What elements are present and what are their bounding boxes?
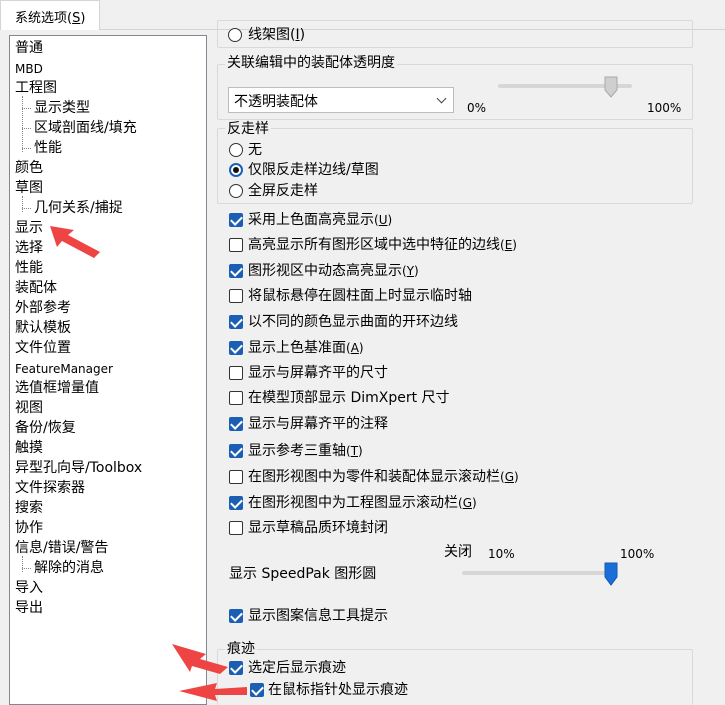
label-draft-ambient-occlusion: 显示草稿品质环境封闭 — [248, 520, 388, 536]
tree-item-import[interactable]: 导入 — [15, 579, 43, 597]
tree-item-mbd[interactable]: MBD — [15, 60, 43, 78]
checkbox-dynamic-highlight[interactable] — [229, 264, 243, 278]
speedpak-slider-track[interactable] — [462, 571, 614, 575]
tree-item-general[interactable]: 普通 — [15, 39, 43, 57]
speedpak-min-label: 10% — [488, 547, 515, 561]
checkbox-show-trace-at-pointer[interactable] — [250, 683, 264, 697]
speedpak-off-label: 关闭 — [444, 544, 472, 560]
tab-mnemonic: S — [72, 11, 81, 26]
label-scrollbars-parts-assemblies: 在图形视图中为零件和装配体显示滚动栏(G) — [248, 469, 519, 485]
tree-item-external-references[interactable]: 外部参考 — [15, 299, 71, 317]
checkbox-reference-triad[interactable] — [229, 444, 243, 458]
tree-item-drawings[interactable]: 工程图 — [15, 79, 57, 97]
label-antialias-none: 无 — [248, 142, 262, 158]
checkbox-shaded-face-highlight[interactable] — [229, 213, 243, 227]
checkbox-flat-dimensions[interactable] — [229, 366, 243, 380]
tree-item-search[interactable]: 搜索 — [15, 499, 43, 517]
tree-item-colors[interactable]: 颜色 — [15, 159, 43, 177]
tree-item-spin-box-increments[interactable]: 选值框增量值 — [15, 379, 99, 397]
transparency-title: 关联编辑中的装配体透明度 — [225, 54, 397, 72]
tree-item-default-templates[interactable]: 默认模板 — [15, 319, 71, 337]
label-open-edges-color: 以不同的颜色显示曲面的开环边线 — [248, 314, 458, 330]
tree-item-featuremanager[interactable]: FeatureManager — [15, 360, 113, 378]
annotation-arrow-icon — [179, 683, 247, 701]
label-dynamic-highlight: 图形视区中动态高亮显示(Y) — [248, 263, 419, 279]
transparency-min-label: 0% — [467, 101, 487, 115]
options-tree[interactable]: 普通 MBD 工程图 显示类型 区域剖面线/填充 性能 颜色 草图 几何关系/捕… — [9, 35, 207, 705]
transparency-max-label: 100% — [647, 101, 682, 115]
chevron-down-icon — [436, 93, 447, 104]
checkbox-shaded-planes[interactable] — [229, 341, 243, 355]
tree-item-hole-wizard-toolbox[interactable]: 异型孔向导/Toolbox — [15, 459, 142, 477]
checkbox-scrollbars-parts-assemblies[interactable] — [229, 470, 243, 484]
tree-item-export[interactable]: 导出 — [15, 599, 43, 617]
tree-line-drawing — [22, 96, 23, 152]
radio-antialias-none[interactable] — [229, 143, 243, 157]
tree-item-display[interactable]: 显示 — [15, 219, 43, 237]
label-antialias-full-scene: 全屏反走样 — [248, 183, 318, 199]
transparency-dropdown-value: 不透明装配体 — [234, 94, 318, 110]
label-reference-triad: 显示参考三重轴(T) — [248, 443, 363, 459]
label-temp-axis-hover: 将鼠标悬停在圆柱面上时显示临时轴 — [248, 288, 472, 304]
annotation-arrow-icon — [50, 226, 100, 258]
checkbox-scrollbars-drawings[interactable] — [229, 496, 243, 510]
label-show-trace-at-pointer: 在鼠标指针处显示痕迹 — [268, 682, 408, 698]
label-shaded-face-highlight: 采用上色面高亮显示(U) — [248, 212, 393, 228]
tree-item-messages-errors-warnings[interactable]: 信息/错误/警告 — [15, 539, 108, 557]
label-shaded-planes: 显示上色基准面(A) — [248, 340, 364, 356]
transparency-dropdown[interactable]: 不透明装配体 — [228, 87, 454, 113]
tree-item-sketch[interactable]: 草图 — [15, 179, 43, 197]
tab-label: 系统选项 — [15, 11, 68, 26]
speedpak-label: 显示 SpeedPak 图形圆 — [229, 566, 377, 582]
checkbox-pattern-info-tooltip[interactable] — [229, 609, 243, 623]
speedpak-slider-thumb[interactable] — [604, 562, 618, 586]
tree-line-sketch — [22, 196, 23, 212]
label-dimxpert-on-top: 在模型顶部显示 DimXpert 尺寸 — [248, 390, 450, 406]
checkbox-draft-ambient-occlusion[interactable] — [229, 521, 243, 535]
speedpak-max-label: 100% — [620, 547, 655, 561]
tree-line-messages — [22, 556, 23, 572]
tree-item-file-explorer[interactable]: 文件探索器 — [15, 479, 85, 497]
tree-item-dismissed-messages[interactable]: 解除的消息 — [22, 559, 104, 577]
tree-item-drawing-performance[interactable]: 性能 — [22, 139, 62, 157]
checkbox-open-edges-color[interactable] — [229, 315, 243, 329]
tree-item-selection[interactable]: 选择 — [15, 239, 43, 257]
label-pattern-info-tooltip: 显示图案信息工具提示 — [248, 608, 388, 624]
tree-item-file-locations[interactable]: 文件位置 — [15, 339, 71, 357]
tree-item-collaboration[interactable]: 协作 — [15, 519, 43, 537]
tab-system-options[interactable]: 系统选项(S) — [0, 0, 100, 30]
tree-item-backup-recover[interactable]: 备份/恢复 — [15, 419, 76, 437]
radio-wireframe[interactable] — [228, 28, 242, 42]
radio-antialias-edges-sketches[interactable] — [229, 163, 243, 177]
transparency-slider-thumb[interactable] — [604, 76, 618, 98]
checkbox-show-trace-on-select[interactable] — [229, 661, 243, 675]
tree-item-touch[interactable]: 触摸 — [15, 439, 43, 457]
antialias-title: 反走样 — [225, 120, 271, 138]
tree-item-relations-snaps[interactable]: 几何关系/捕捉 — [22, 199, 123, 217]
tree-item-performance[interactable]: 性能 — [15, 259, 43, 277]
tree-item-view[interactable]: 视图 — [15, 399, 43, 417]
checkbox-temp-axis-hover[interactable] — [229, 289, 243, 303]
label-scrollbars-drawings: 在图形视图中为工程图显示滚动栏(G) — [248, 495, 477, 511]
label-flat-dimensions: 显示与屏幕齐平的尺寸 — [248, 365, 388, 381]
checkbox-highlight-selected-edges[interactable] — [229, 238, 243, 252]
label-flat-notes: 显示与屏幕齐平的注释 — [248, 416, 388, 432]
tree-item-area-hatch[interactable]: 区域剖面线/填充 — [22, 119, 137, 137]
label-show-trace-on-select: 选定后显示痕迹 — [248, 660, 346, 676]
label-highlight-selected-edges: 高亮显示所有图形区域中选中特征的边线(E) — [248, 237, 517, 253]
label-antialias-edges-sketches: 仅限反走样边线/草图 — [248, 162, 379, 178]
label-wireframe: 线架图(I) — [248, 27, 306, 43]
annotation-arrow-icon — [172, 644, 228, 674]
tree-item-display-style[interactable]: 显示类型 — [22, 99, 90, 117]
checkbox-flat-notes[interactable] — [229, 417, 243, 431]
tree-item-assemblies[interactable]: 装配体 — [15, 279, 57, 297]
radio-antialias-full-scene[interactable] — [229, 184, 243, 198]
checkbox-dimxpert-on-top[interactable] — [229, 391, 243, 405]
